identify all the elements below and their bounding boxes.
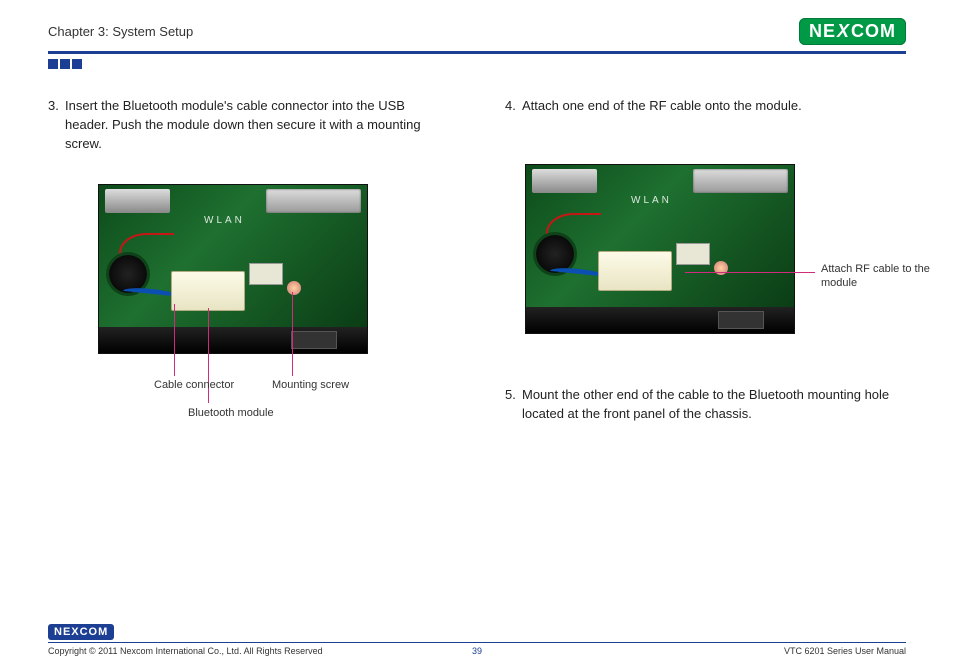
label-bluetooth-module: Bluetooth module <box>188 406 274 420</box>
copyright-text: Copyright © 2011 Nexcom International Co… <box>48 646 323 656</box>
footer-logo: NEXCOM <box>48 624 114 640</box>
connector-block <box>266 189 361 213</box>
circuit-board-image: WLAN <box>98 184 368 354</box>
connector-block <box>105 189 170 213</box>
logo-text-right: COM <box>851 21 896 42</box>
bluetooth-module <box>598 251 672 291</box>
page-header: Chapter 3: System Setup NEXCOM <box>48 18 906 45</box>
footer-row: Copyright © 2011 Nexcom International Co… <box>48 646 906 656</box>
manual-title: VTC 6201 Series User Manual <box>784 646 906 656</box>
figure-right: WLAN Attach RF cable to the module <box>525 164 906 334</box>
bluetooth-module <box>171 271 245 311</box>
nexcom-logo: NEXCOM <box>799 18 906 45</box>
square-icon <box>48 59 58 69</box>
logo-text-left: NE <box>809 21 836 42</box>
chip-component <box>676 243 710 265</box>
logo-x: X <box>837 21 850 42</box>
wlan-label: WLAN <box>631 195 672 206</box>
step-text: Insert the Bluetooth module's cable conn… <box>65 97 449 154</box>
screw-point <box>287 281 301 295</box>
label-attach-rf: Attach RF cable to the module <box>821 262 931 291</box>
step-text: Mount the other end of the cable to the … <box>522 386 906 424</box>
label-cable-connector: Cable connector <box>154 378 234 392</box>
connector-block <box>693 169 788 193</box>
callout-line <box>292 292 293 376</box>
page-number: 39 <box>472 646 482 656</box>
page-footer: NEXCOM Copyright © 2011 Nexcom Internati… <box>48 622 906 656</box>
footer-rule <box>48 642 906 643</box>
left-column: 3. Insert the Bluetooth module's cable c… <box>48 97 449 446</box>
step-number: 3. <box>48 97 65 154</box>
label-mounting-screw: Mounting screw <box>272 378 349 392</box>
wlan-label: WLAN <box>204 215 245 226</box>
step-3: 3. Insert the Bluetooth module's cable c… <box>48 97 449 154</box>
decorative-squares <box>48 59 906 69</box>
content-columns: 3. Insert the Bluetooth module's cable c… <box>48 97 906 446</box>
fan-component <box>536 235 574 273</box>
port-slot <box>718 311 764 329</box>
step-4: 4. Attach one end of the RF cable onto t… <box>505 97 906 116</box>
callout-line <box>685 272 815 273</box>
chapter-title: Chapter 3: System Setup <box>48 24 193 39</box>
step-number: 4. <box>505 97 522 116</box>
right-column: 4. Attach one end of the RF cable onto t… <box>505 97 906 446</box>
port-slot <box>291 331 337 349</box>
header-rule <box>48 51 906 54</box>
connector-block <box>532 169 597 193</box>
step-number: 5. <box>505 386 522 424</box>
square-icon <box>72 59 82 69</box>
chip-component <box>249 263 283 285</box>
circuit-board-image: WLAN <box>525 164 795 334</box>
step-5: 5. Mount the other end of the cable to t… <box>505 386 906 424</box>
figure-left: WLAN Cable connector Bluetooth module Mo… <box>98 184 449 354</box>
fan-component <box>109 255 147 293</box>
callout-line <box>174 304 175 376</box>
square-icon <box>60 59 70 69</box>
step-text: Attach one end of the RF cable onto the … <box>522 97 906 116</box>
